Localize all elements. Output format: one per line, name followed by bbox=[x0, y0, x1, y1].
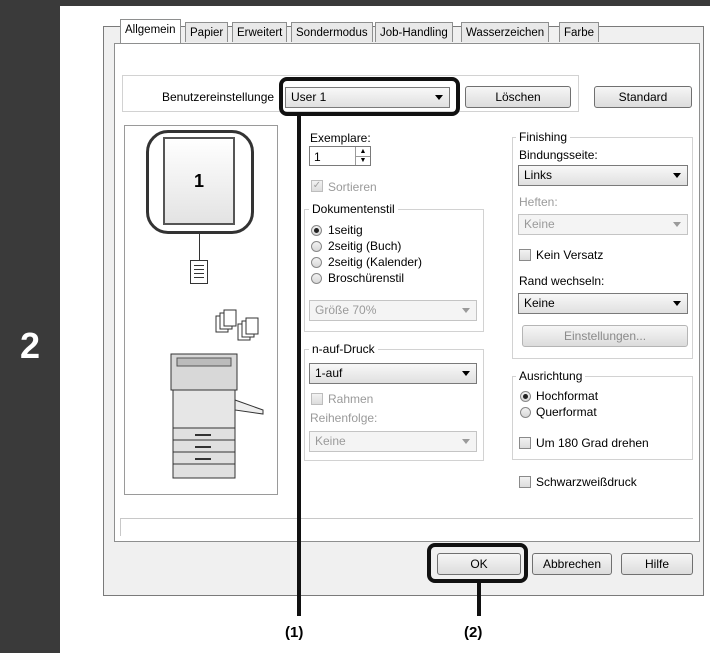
booklet-size-select[interactable]: Größe 70% bbox=[309, 300, 477, 321]
style-radio-3[interactable] bbox=[311, 257, 322, 268]
copies-value: 1 bbox=[314, 150, 321, 164]
rotate-checkbox[interactable] bbox=[519, 437, 531, 449]
step-number: 2 bbox=[19, 325, 41, 366]
tab-allgemein[interactable]: Allgemein bbox=[120, 19, 181, 43]
delete-button[interactable]: Löschen bbox=[465, 86, 571, 108]
chevron-down-icon bbox=[673, 173, 681, 178]
style-radio-1[interactable] bbox=[311, 225, 322, 236]
callout-box-2 bbox=[427, 543, 528, 583]
portrait-radio[interactable] bbox=[520, 391, 531, 402]
document-icon bbox=[190, 260, 208, 284]
chevron-down-icon bbox=[462, 439, 470, 444]
bw-label: Schwarzweißdruck bbox=[536, 475, 637, 489]
landscape-radio[interactable] bbox=[520, 407, 531, 418]
style-label-1: 1seitig bbox=[328, 223, 363, 237]
tab-job-handling[interactable]: Job-Handling bbox=[375, 22, 453, 42]
spin-down-icon[interactable]: ▼ bbox=[355, 156, 370, 165]
tab-farbe[interactable]: Farbe bbox=[559, 22, 600, 42]
copies-spinner[interactable]: 1 ▲ ▼ bbox=[309, 146, 371, 166]
document-style-title: Dokumentenstil bbox=[309, 202, 398, 216]
collate-label: Sortieren bbox=[328, 180, 377, 194]
tab-wasserzeichen[interactable]: Wasserzeichen bbox=[461, 22, 550, 42]
bw-checkbox[interactable] bbox=[519, 476, 531, 488]
order-label: Reihenfolge: bbox=[310, 411, 378, 425]
user-settings-label: Benutzereinstellunge bbox=[162, 90, 275, 104]
page-preview: 1 bbox=[163, 137, 235, 225]
rotate-label: Um 180 Grad drehen bbox=[536, 436, 649, 450]
no-offset-label: Kein Versatz bbox=[536, 248, 604, 262]
n-up-value: 1-auf bbox=[315, 366, 343, 380]
chevron-down-icon bbox=[462, 308, 470, 313]
copies-label: Exemplare: bbox=[310, 131, 371, 145]
margin-shift-select[interactable]: Keine bbox=[518, 293, 688, 314]
style-radio-2[interactable] bbox=[311, 241, 322, 252]
finishing-settings-button[interactable]: Einstellungen... bbox=[522, 325, 688, 347]
finishing-title: Finishing bbox=[516, 130, 571, 144]
border-label: Rahmen bbox=[328, 392, 374, 406]
margin-shift-value: Keine bbox=[524, 296, 555, 310]
orientation-title: Ausrichtung bbox=[516, 369, 586, 383]
portrait-label: Hochformat bbox=[536, 389, 599, 403]
style-label-2: 2seitig (Buch) bbox=[328, 239, 402, 253]
n-up-select[interactable]: 1-auf bbox=[309, 363, 477, 384]
collate-icon bbox=[215, 309, 259, 341]
status-divider-left bbox=[120, 519, 121, 536]
top-rule bbox=[60, 0, 710, 6]
tab-erweitert[interactable]: Erweitert bbox=[232, 22, 288, 42]
style-label-4: Broschürenstil bbox=[328, 271, 405, 285]
tab-papier[interactable]: Papier bbox=[185, 22, 229, 42]
printer-icon bbox=[170, 353, 264, 479]
callout-line-2 bbox=[477, 581, 481, 616]
n-up-title: n-auf-Druck bbox=[309, 342, 378, 356]
callout-label-2: (2) bbox=[464, 624, 483, 641]
order-value: Keine bbox=[315, 434, 346, 448]
staple-select[interactable]: Keine bbox=[518, 214, 688, 235]
chevron-down-icon bbox=[673, 301, 681, 306]
no-offset-checkbox[interactable] bbox=[519, 249, 531, 261]
booklet-size-value: Größe 70% bbox=[315, 303, 377, 317]
staple-value: Keine bbox=[524, 217, 555, 231]
chevron-down-icon bbox=[462, 371, 470, 376]
landscape-label: Querformat bbox=[536, 405, 597, 419]
margin-shift-label: Rand wechseln: bbox=[519, 274, 605, 288]
binding-value: Links bbox=[524, 168, 553, 182]
border-checkbox[interactable] bbox=[311, 393, 323, 405]
callout-box-1 bbox=[279, 77, 460, 116]
style-radio-4[interactable] bbox=[311, 273, 322, 284]
order-select[interactable]: Keine bbox=[309, 431, 477, 452]
tab-sondermodus[interactable]: Sondermodus bbox=[291, 22, 373, 42]
help-button[interactable]: Hilfe bbox=[621, 553, 693, 575]
style-label-3: 2seitig (Kalender) bbox=[328, 255, 423, 269]
callout-line-1 bbox=[297, 114, 301, 616]
chevron-down-icon bbox=[673, 222, 681, 227]
cancel-button[interactable]: Abbrechen bbox=[532, 553, 612, 575]
callout-label-1: (1) bbox=[285, 624, 304, 641]
staple-label: Heften: bbox=[519, 195, 558, 209]
binding-select[interactable]: Links bbox=[518, 165, 688, 186]
default-button[interactable]: Standard bbox=[594, 86, 692, 108]
preview-connector bbox=[199, 234, 200, 260]
collate-checkbox[interactable]: ✓ bbox=[311, 180, 323, 192]
binding-label: Bindungsseite: bbox=[519, 148, 598, 162]
status-divider bbox=[120, 518, 693, 519]
